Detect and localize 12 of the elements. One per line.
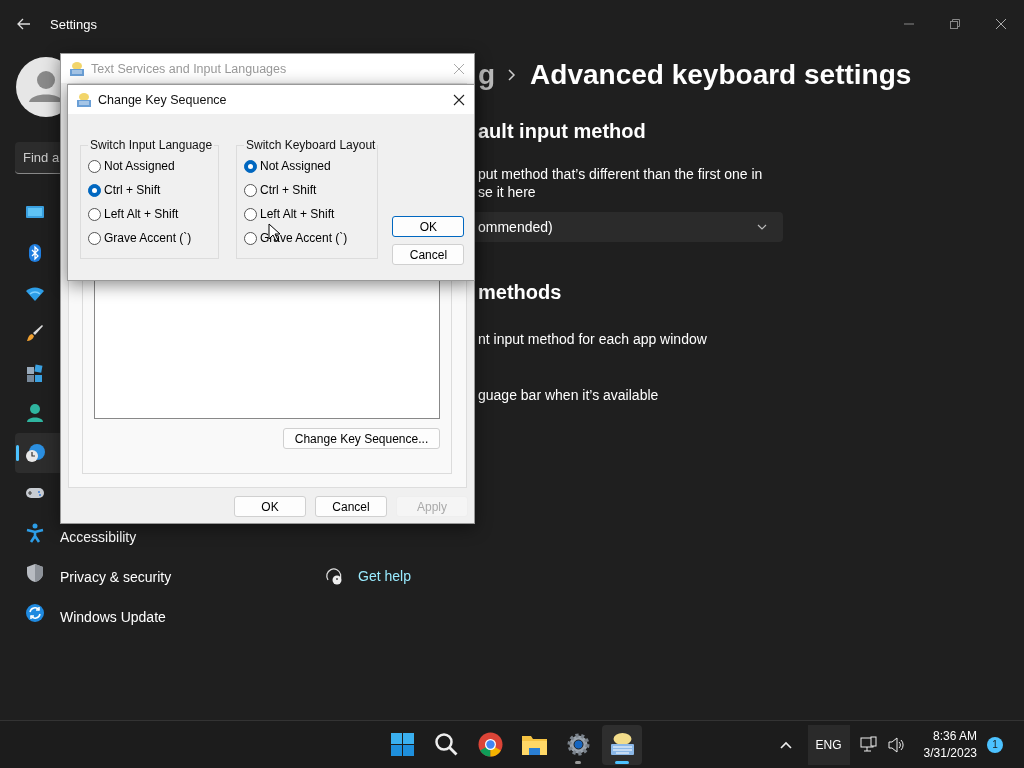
option-label: guage bar when it’s available [478,386,660,404]
section-heading: ault input method [478,119,647,144]
description-text: put method that’s different than the first one in [478,165,764,183]
section-heading: methods [478,280,563,305]
page-title: Advanced keyboard settings [530,59,912,91]
group-title: Switch Input Language [89,138,214,152]
dialog-title: Change Key Sequence [98,92,227,107]
group-title: Switch Keyboard Layout [245,138,377,152]
dialog-title: Text Services and Input Languages [91,61,287,76]
description-text: se it here [478,183,537,201]
window-title: Settings [50,16,97,32]
option-label: nt input method for each app window [478,330,708,348]
